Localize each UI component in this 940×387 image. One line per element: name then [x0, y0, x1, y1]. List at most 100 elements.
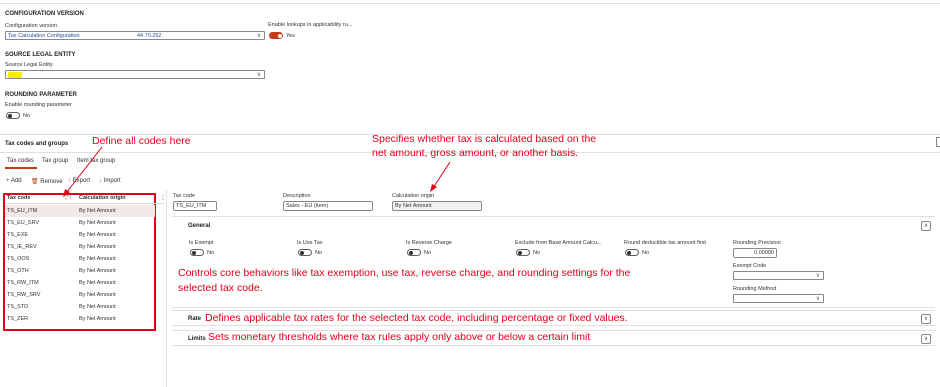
annotation-rate: Defines applicable tax rates for the sel…	[205, 312, 628, 324]
is-exempt-value: No	[207, 250, 215, 256]
annotation-arrow-2	[430, 161, 451, 192]
limits-title[interactable]: Limits	[188, 336, 206, 342]
grid-col-code[interactable]: Tax code	[7, 195, 30, 201]
grid-separator	[166, 190, 167, 387]
table-row[interactable]: TS_ZER By Net Amount	[5, 313, 155, 325]
annotation-controls: Controls core behaviors like tax exempti…	[178, 267, 631, 279]
is-reverse-charge-toggle[interactable]	[407, 249, 421, 256]
rounding-toggle[interactable]	[6, 112, 20, 119]
config-version-label: Configuration version	[5, 23, 57, 29]
chevron-down-icon: ∨	[815, 296, 820, 302]
rounding-method-label: Rounding Method	[733, 286, 777, 292]
tax-code-cell: TS_EU_ITM	[7, 208, 38, 214]
plus-icon: +	[6, 178, 10, 184]
rounding-method-select[interactable]: ∨	[733, 294, 824, 303]
calc-origin-cell: By Net Amount	[79, 316, 116, 322]
chevron-down-icon[interactable]: ∨	[921, 334, 931, 344]
chevron-down-icon: ∨	[815, 273, 820, 279]
top-divider	[0, 3, 940, 4]
annotation-arrow-1	[63, 146, 103, 197]
description-field[interactable]: Sales - EU (Item)	[283, 201, 373, 211]
chevron-down-icon[interactable]: ∨	[921, 314, 931, 324]
tax-code-cell: TS_RW_ITM	[7, 280, 39, 286]
chevron-up-icon[interactable]: ∧	[921, 221, 931, 231]
rounding-value: No	[23, 113, 31, 119]
exclude-base-value: No	[533, 250, 541, 256]
source-entity-label: Source Legal Entity	[5, 62, 53, 68]
is-reverse-charge-label: Is Reverse Charge	[406, 240, 452, 246]
tab-tax-codes[interactable]: Tax codes	[7, 158, 34, 164]
general-title[interactable]: General	[188, 223, 210, 229]
table-row[interactable]: TS_EU_SRV By Net Amount	[5, 217, 155, 229]
is-exempt-toggle[interactable]	[190, 249, 204, 256]
chevron-down-icon: ∨	[256, 33, 261, 39]
round-deductible-label: Round deductible tax amount first	[624, 240, 706, 246]
origin-field[interactable]: By Net Amount	[392, 201, 482, 211]
lookups-toggle[interactable]	[269, 32, 283, 39]
tax-code-label: Tax code	[173, 193, 196, 199]
round-deductible-value: No	[642, 250, 650, 256]
active-tab-indicator	[5, 167, 37, 169]
tax-code-cell: TS_STD	[7, 304, 29, 310]
tax-code-field[interactable]: TS_EU_ITM	[173, 201, 217, 211]
calc-origin-cell: By Net Amount	[79, 220, 116, 226]
tax-codes-section-title: Tax codes and groups	[5, 141, 69, 147]
source-entity-select[interactable]: ∨	[5, 70, 265, 79]
exclude-base-toggle[interactable]	[516, 249, 530, 256]
annotation-controls-2: selected tax code.	[178, 282, 263, 294]
is-reverse-charge-value: No	[424, 250, 432, 256]
annotation-limits: Sets monetary thresholds where tax rules…	[208, 331, 591, 343]
config-version-number: 44.70.262	[137, 33, 162, 39]
exempt-code-label: Exempt Code	[733, 263, 767, 269]
is-use-tax-value: No	[315, 250, 323, 256]
lookups-label: Enable lookups in applicability ru...	[268, 22, 353, 28]
rounding-section-title: ROUNDING PARAMETER	[5, 92, 77, 98]
tax-code-cell: TS_EU_SRV	[7, 220, 39, 226]
calc-origin-cell: By Net Amount	[79, 280, 116, 286]
table-row[interactable]: TS_OTH By Net Amount	[5, 265, 155, 277]
tax-code-cell: TS_ZER	[7, 316, 29, 322]
highlight-mark	[8, 72, 22, 78]
table-row[interactable]: TS_RW_SRV By Net Amount	[5, 289, 155, 301]
annotation-specifies: Specifies whether tax is calculated base…	[372, 133, 597, 145]
tax-code-cell: TS_RW_SRV	[7, 292, 41, 298]
table-row[interactable]: TS_OOS By Net Amount	[5, 253, 155, 265]
table-row[interactable]: TS_IE_REV By Net Amount	[5, 241, 155, 253]
calc-origin-cell: By Net Amount	[79, 208, 116, 214]
exempt-code-select[interactable]: ∨	[733, 271, 824, 280]
annotation-specifies-2: net amount, gross amount, or another bas…	[372, 147, 579, 159]
description-label: Description	[283, 193, 311, 199]
add-button[interactable]: + Add	[6, 178, 22, 184]
table-row[interactable]: TS_RW_ITM By Net Amount	[5, 277, 155, 289]
table-row[interactable]: TS_EXE By Net Amount	[5, 229, 155, 241]
more-icon[interactable]: ⋮	[160, 194, 166, 201]
calc-origin-cell: By Net Amount	[79, 232, 116, 238]
source-section-title: SOURCE LEGAL ENTITY	[5, 52, 76, 58]
lookups-value: Yes	[286, 33, 295, 39]
grid-header-divider	[5, 203, 165, 204]
precision-label: Rounding Precision	[733, 240, 781, 246]
collapse-edge[interactable]	[936, 137, 940, 147]
table-row[interactable]: TS_EU_ITM By Net Amount	[5, 205, 155, 217]
calc-origin-cell: By Net Amount	[79, 256, 116, 262]
is-use-tax-toggle[interactable]	[298, 249, 312, 256]
tax-code-cell: TS_OOS	[7, 256, 30, 262]
remove-button[interactable]: 🗑 Remove	[31, 178, 63, 185]
tax-code-cell: TS_EXE	[7, 232, 29, 238]
round-deductible-toggle[interactable]	[625, 249, 639, 256]
precision-field[interactable]: 0.00000	[733, 248, 777, 258]
rounding-label: Enable rounding parameter	[5, 102, 72, 108]
trash-icon: 🗑	[31, 179, 39, 185]
is-use-tax-label: Is Use Tax	[297, 240, 323, 246]
exclude-base-label: Exclude from Base Amount Calcu...	[515, 240, 602, 246]
calc-origin-cell: By Net Amount	[79, 268, 116, 274]
chevron-down-icon: ∨	[256, 72, 261, 78]
config-version-value: Tax Calculation Configuration	[8, 33, 80, 39]
config-version-select[interactable]: Tax Calculation Configuration 44.70.262 …	[5, 31, 265, 40]
tax-code-cell: TS_IE_REV	[7, 244, 37, 250]
rate-title[interactable]: Rate	[188, 316, 201, 322]
calc-origin-cell: By Net Amount	[79, 244, 116, 250]
table-row[interactable]: TS_STD By Net Amount	[5, 301, 155, 313]
config-section-title: CONFIGURATION VERSION	[5, 11, 84, 17]
calc-origin-cell: By Net Amount	[79, 304, 116, 310]
